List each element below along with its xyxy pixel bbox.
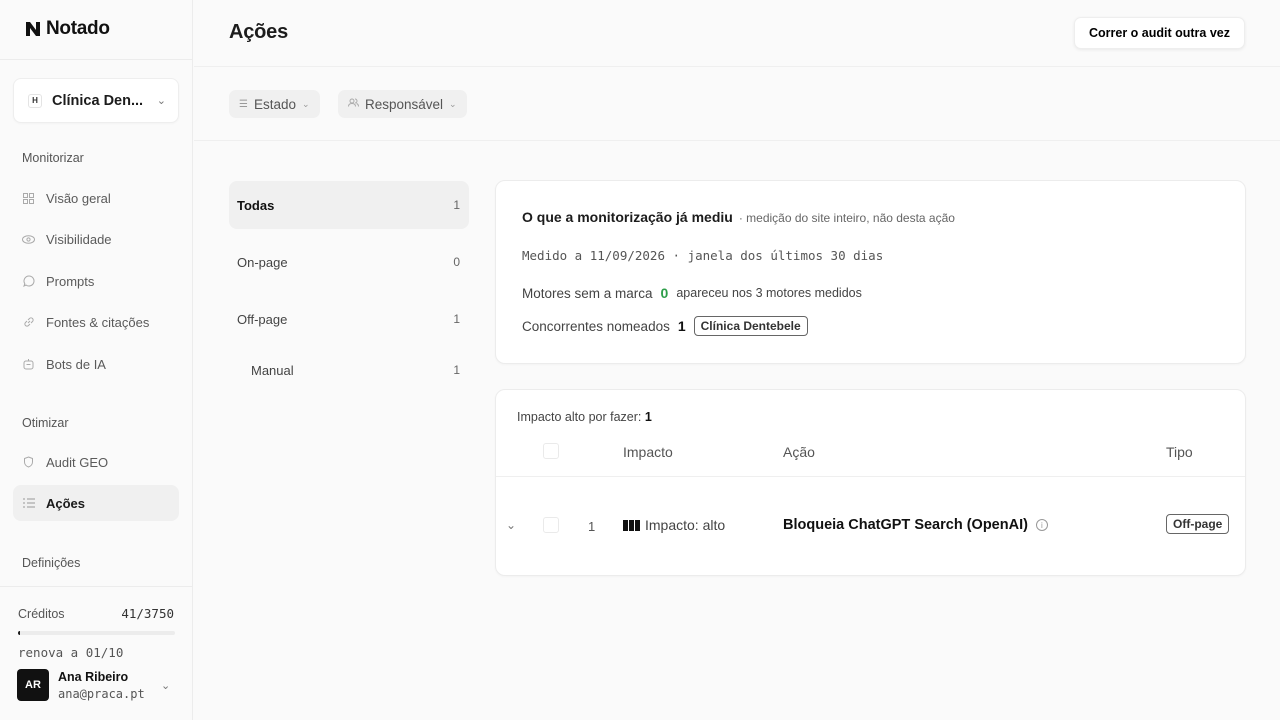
category-label: Todas [237,197,275,213]
avatar[interactable]: AR [17,669,49,701]
monitoring-title: O que a monitorização já mediu · medição … [522,209,955,225]
monitoring-subtitle: · medição do site inteiro, não desta açã… [738,211,955,225]
action-cell[interactable]: Bloqueia ChatGPT Search (OpenAI) i [783,517,1048,533]
category-manual[interactable]: Manual 1 [229,346,469,394]
column-header-type[interactable]: Tipo [1166,444,1193,460]
section-title-optimize: Otimizar [22,416,69,430]
filter-owner[interactable]: Responsável ⌄ [338,90,467,118]
category-off-page[interactable]: Off-page 1 [229,295,469,343]
sidebar-item-audit-geo[interactable]: Audit GEO [13,444,179,480]
monitoring-measured-date: Medido a 11/09/2026 · janela dos últimos… [522,248,884,263]
notado-logo-icon [26,22,40,36]
competitors-label: Concorrentes nomeados [522,318,670,334]
credits-label: Créditos [18,607,65,621]
category-label: On-page [237,254,288,270]
sidebar-divider [0,59,193,60]
filter-label: Responsável [365,96,444,112]
competitor-tag: Clínica Dentebele [693,316,808,336]
sidebar-item-overview[interactable]: Visão geral [13,180,179,216]
workspace-name: Clínica Den... [52,92,144,109]
sidebar-item-label: Visibilidade [46,231,112,247]
sidebar-item-prompts[interactable]: Prompts [13,263,179,299]
rerun-audit-button[interactable]: Correr o audit outra vez [1074,17,1245,49]
chevron-down-icon: ⌄ [302,98,310,109]
engines-note: apareceu nos 3 motores medidos [676,286,862,300]
grid-icon [22,192,35,205]
category-count: 1 [453,198,460,212]
type-badge: Off-page [1166,514,1230,534]
impact-cell: Impacto: alto [623,517,725,533]
monitoring-title-text: O que a monitorização já mediu [522,209,733,225]
list-icon: ☰ [239,98,248,110]
actions-table-card: Impacto alto por fazer: 1 Impacto Ação T… [495,389,1246,576]
info-icon[interactable]: i [1035,519,1048,531]
bot-icon [22,358,35,371]
user-name: Ana Ribeiro [58,670,129,684]
sidebar-item-sources[interactable]: Fontes & citações [13,304,179,340]
filter-status[interactable]: ☰ Estado ⌄ [229,90,320,118]
summary-value: 1 [644,410,652,424]
category-label: Manual [251,362,294,378]
credits-progress-fill [18,631,20,635]
filter-label: Estado [253,96,296,112]
table-divider [496,476,1245,477]
section-title-monitor: Monitorizar [22,151,84,165]
workspace-avatar: H [28,93,42,108]
app-name: Notado [46,18,110,39]
sidebar-item-actions[interactable]: Ações [13,485,179,521]
action-title: Bloqueia ChatGPT Search (OpenAI) [783,517,1028,533]
engines-without-brand-row: Motores sem a marca 0 apareceu nos 3 mot… [522,285,862,301]
chevron-down-icon[interactable]: ⌄ [506,518,516,532]
list-icon [22,497,35,510]
sidebar-item-label: Prompts [46,273,95,289]
filter-bar: ☰ Estado ⌄ Responsável ⌄ [194,68,1280,141]
credits-renew-date: renova a 01/10 [18,645,124,660]
sidebar-item-label: Visão geral [46,190,111,206]
page-header: Ações Correr o audit outra vez [194,0,1280,67]
shield-icon [22,456,35,469]
column-header-action[interactable]: Ação [783,444,815,460]
chat-bubble-icon [22,275,35,288]
chevron-down-icon: ⌄ [156,95,166,107]
competitors-row: Concorrentes nomeados 1 Clínica Dentebel… [522,316,808,336]
chevron-down-icon: ⌄ [449,98,457,109]
summary-label: Impacto alto por fazer: [517,410,642,424]
sidebar-item-label: Ações [46,495,86,511]
category-count: 1 [453,363,460,377]
impact-bars-icon [623,519,640,531]
impact-label: Impacto: alto [645,517,726,533]
users-icon [348,98,359,110]
credits-value: 41/3750 [121,606,174,621]
monitoring-card: O que a monitorização já mediu · medição … [495,180,1246,364]
row-number: 1 [588,519,596,534]
category-on-page[interactable]: On-page 0 [229,238,469,286]
eye-icon [22,233,35,246]
page-title: Ações [229,21,289,43]
sidebar-item-label: Bots de IA [46,356,106,372]
workspace-switcher[interactable]: H Clínica Den... ⌄ [13,78,179,123]
sidebar: Notado H Clínica Den... ⌄ Monitorizar Vi… [0,0,193,720]
engines-value: 0 [660,285,669,301]
row-checkbox[interactable] [543,517,559,533]
app-logo[interactable]: Notado [24,18,110,40]
section-title-settings[interactable]: Definições [22,556,80,570]
high-impact-summary: Impacto alto por fazer: 1 [517,410,652,424]
category-count: 1 [453,312,460,326]
user-email: ana@praca.pt [58,687,145,701]
credits-progress-bar [18,631,175,635]
chevron-down-icon[interactable]: ⌄ [161,679,170,692]
sidebar-item-label: Fontes & citações [46,314,150,330]
column-header-impact[interactable]: Impacto [623,444,673,460]
category-count: 0 [453,255,460,269]
category-all[interactable]: Todas 1 [229,181,469,229]
engines-label: Motores sem a marca [522,285,653,301]
link-icon [22,316,35,329]
competitors-value: 1 [677,318,686,334]
sidebar-item-visibility[interactable]: Visibilidade [13,221,179,257]
sidebar-item-ai-bots[interactable]: Bots de IA [13,346,179,382]
select-all-checkbox[interactable] [543,443,559,459]
sidebar-divider [0,586,193,587]
sidebar-item-label: Audit GEO [46,454,109,470]
category-label: Off-page [237,311,288,327]
